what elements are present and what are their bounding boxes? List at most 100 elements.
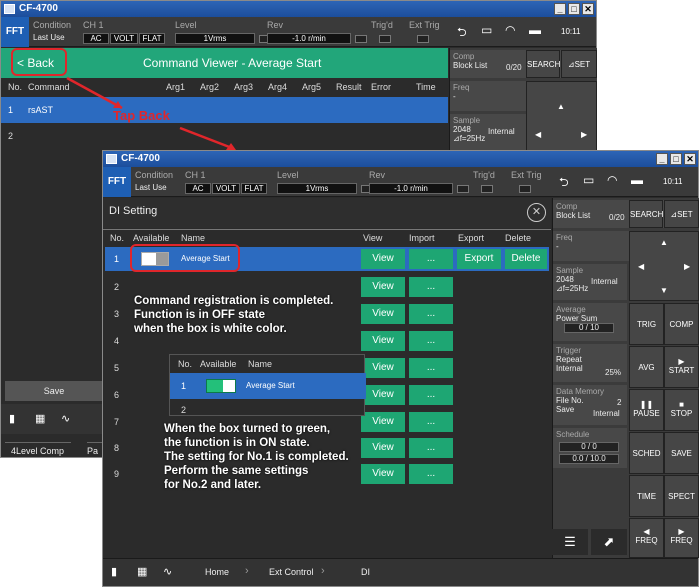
arrow-left-icon[interactable]: ◀	[535, 130, 541, 139]
waveform-icon[interactable]: ∿	[61, 412, 70, 425]
callout-line: when the box is white color.	[134, 323, 287, 335]
bar-chart-icon[interactable]: ▮	[9, 412, 15, 425]
import-button[interactable]: ...	[409, 412, 453, 432]
import-button[interactable]: ...	[409, 358, 453, 378]
freq-value: -	[453, 92, 456, 101]
arrow-down-icon[interactable]: ▼	[660, 286, 668, 295]
ch-filter: FLAT	[241, 183, 267, 194]
di-title-divider	[103, 229, 551, 230]
import-button[interactable]: ...	[409, 304, 453, 324]
condition-label: Condition	[33, 20, 72, 30]
command-viewer-titlebar: < Back Command Viewer - Average Start	[1, 48, 448, 78]
close-button[interactable]: ✕	[684, 153, 696, 165]
freq-left-button[interactable]: ◀ FREQ	[629, 518, 664, 558]
average-count: 0 / 10	[564, 323, 614, 333]
sched-button[interactable]: SCHED	[629, 432, 664, 474]
stop-button[interactable]: ■ STOP	[664, 389, 699, 431]
freq-label: Freq	[556, 233, 573, 242]
waveform-icon[interactable]: ∿	[163, 565, 172, 578]
grid-icon[interactable]: ▦	[35, 412, 45, 425]
di-table-header: No. Available Name View Import Export De…	[103, 231, 551, 245]
file-no-label: File No.	[556, 396, 584, 405]
printer-icon[interactable]: ▭	[481, 23, 492, 37]
search-button[interactable]: SEARCH	[526, 50, 560, 78]
fft-mode-button[interactable]: FFT	[1, 17, 29, 47]
trig-button[interactable]: TRIG	[629, 303, 664, 345]
view-button[interactable]: View	[361, 249, 405, 269]
callout-line: Perform the same settings	[164, 465, 309, 477]
callout-off-state: Command registration is completed. Funct…	[134, 294, 333, 336]
bottom-tab-4level[interactable]: 4Level Comp	[5, 442, 71, 458]
callout-line: Function is in OFF state	[134, 309, 265, 321]
view-button[interactable]: View	[361, 331, 405, 351]
table-row[interactable]: 2	[1, 124, 448, 148]
time-button[interactable]: TIME	[629, 475, 664, 517]
grid-icon[interactable]: ▦	[137, 565, 147, 578]
avg-button[interactable]: AVG	[629, 346, 664, 388]
return-icon[interactable]: ⮌	[457, 23, 467, 44]
start-button[interactable]: ▶ START	[664, 346, 699, 388]
delete-button[interactable]: Delete	[505, 249, 547, 269]
close-button[interactable]: ✕	[582, 3, 594, 15]
wifi-icon: ◠	[607, 173, 618, 187]
spect-button[interactable]: SPECT	[664, 475, 699, 517]
view-button[interactable]: View	[361, 277, 405, 297]
trigd-label: Trig'd	[371, 20, 393, 30]
arrow-right-icon[interactable]: ▶	[581, 130, 587, 139]
level-value: 1Vrms	[175, 33, 255, 44]
arrow-up-icon[interactable]: ▲	[557, 102, 565, 111]
import-button[interactable]: ...	[409, 438, 453, 458]
expand-arrow-icon[interactable]: ⬈	[591, 529, 627, 555]
search-button[interactable]: SEARCH	[629, 200, 663, 228]
pause-label: PAUSE	[633, 409, 660, 418]
delta-set-button[interactable]: ⊿SET	[664, 200, 699, 228]
fft-mode-button[interactable]: FFT	[103, 167, 131, 197]
export-button[interactable]: Export	[457, 249, 501, 269]
trigger-section: Trigger Repeat Internal 25%	[553, 344, 627, 382]
save-button[interactable]: Save	[5, 381, 103, 401]
import-button[interactable]: ...	[409, 385, 453, 405]
import-button[interactable]: ...	[409, 331, 453, 351]
delta-set-button[interactable]: ⊿SET	[561, 50, 597, 78]
rev-indicator	[457, 185, 469, 193]
sample-df: ⊿f=25Hz	[556, 284, 589, 293]
comp-button[interactable]: COMP	[664, 303, 699, 345]
view-button[interactable]: View	[361, 304, 405, 324]
import-button[interactable]: ...	[409, 249, 453, 269]
inset-col-no: No.	[178, 359, 193, 369]
list-icon[interactable]: ☰	[552, 529, 588, 555]
import-button[interactable]: ...	[409, 464, 453, 484]
import-button[interactable]: ...	[409, 277, 453, 297]
bar-chart-icon[interactable]: ▮	[111, 565, 117, 578]
freq-right-button[interactable]: ▶ FREQ	[664, 518, 699, 558]
view-button[interactable]: View	[361, 358, 405, 378]
view-button[interactable]: View	[361, 385, 405, 405]
minimize-button[interactable]: _	[656, 153, 668, 165]
available-toggle-on	[206, 379, 236, 393]
arrow-right-icon[interactable]: ▶	[684, 262, 690, 271]
minimize-button[interactable]: _	[554, 3, 566, 15]
breadcrumb-ext-control[interactable]: Ext Control	[269, 567, 314, 577]
view-button[interactable]: View	[361, 412, 405, 432]
printer-icon[interactable]: ▭	[583, 173, 594, 187]
dpad[interactable]: ▲ ◀ ▶ ▼	[629, 231, 699, 301]
breadcrumb-home[interactable]: Home	[205, 567, 229, 577]
view-button[interactable]: View	[361, 464, 405, 484]
breadcrumb-separator-icon: ›	[321, 565, 325, 577]
freq-label: Freq	[453, 83, 470, 92]
trigd-indicator	[481, 185, 493, 193]
level-value: 1Vrms	[277, 183, 357, 194]
breadcrumb-di[interactable]: DI	[361, 567, 370, 577]
table-row[interactable]: 1 rsAST	[1, 97, 448, 123]
arrow-up-icon[interactable]: ▲	[660, 238, 668, 247]
window-title: CF-4700	[19, 3, 58, 14]
maximize-button[interactable]: □	[670, 153, 682, 165]
maximize-button[interactable]: □	[568, 3, 580, 15]
save-button[interactable]: SAVE	[664, 432, 699, 474]
average-label: Average	[556, 305, 586, 314]
close-circle-icon[interactable]: ✕	[527, 203, 546, 222]
pause-button[interactable]: ❚❚ PAUSE	[629, 389, 664, 431]
arrow-left-icon[interactable]: ◀	[638, 262, 644, 271]
view-button[interactable]: View	[361, 438, 405, 458]
return-icon[interactable]: ⮌	[559, 173, 569, 194]
